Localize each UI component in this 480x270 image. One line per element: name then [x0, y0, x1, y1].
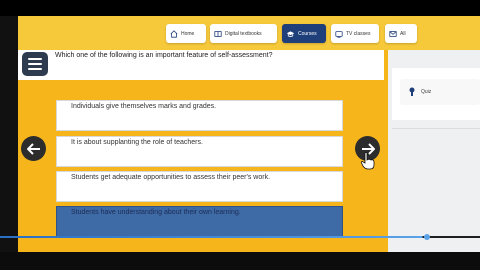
menu-line-icon — [28, 68, 42, 70]
bottom-black-bar — [0, 252, 480, 270]
answer-option-3[interactable]: Students get adequate opportunities to a… — [56, 171, 343, 202]
sidebar-item-quiz[interactable]: Quiz — [400, 79, 480, 105]
menu-line-icon — [28, 63, 42, 65]
screen: Home Digital textbooks Courses TV classe… — [0, 0, 480, 270]
arrow-left-icon — [26, 142, 40, 155]
book-icon — [214, 30, 222, 37]
mail-icon — [389, 30, 397, 37]
previous-button[interactable] — [21, 136, 46, 161]
nav-tv-classes-button[interactable]: TV classes — [331, 24, 379, 43]
answer-option-4-selected[interactable]: Students have understanding about their … — [56, 206, 343, 237]
answer-option-2[interactable]: It is about supplanting the role of teac… — [56, 136, 343, 167]
graduation-cap-icon — [286, 30, 295, 37]
nav-all-label: All — [400, 30, 406, 37]
nav-home-label: Home — [181, 30, 195, 37]
sidebar-item-quiz-label: Quiz — [421, 89, 432, 95]
tv-icon — [335, 30, 343, 38]
menu-line-icon — [28, 58, 42, 60]
app-window: Home Digital textbooks Courses TV classe… — [18, 16, 480, 252]
nav-digital-textbooks-label: Digital textbooks — [225, 30, 262, 37]
answer-option-1[interactable]: Individuals give themselves marks and gr… — [56, 100, 343, 131]
top-black-bar — [0, 0, 480, 16]
nav-all-button[interactable]: All — [385, 24, 417, 43]
menu-button[interactable] — [22, 52, 48, 76]
question-text: Which one of the following is an importa… — [55, 52, 273, 59]
nav-home-button[interactable]: Home — [166, 24, 206, 43]
nav-digital-textbooks-button[interactable]: Digital textbooks — [210, 24, 277, 43]
hand-cursor-icon — [360, 152, 375, 175]
nav-tv-classes-label: TV classes — [346, 30, 371, 37]
nav-courses-button[interactable]: Courses — [282, 24, 326, 43]
video-progress-handle[interactable] — [424, 234, 430, 240]
nav-courses-label: Courses — [298, 30, 317, 37]
video-progress-bar[interactable] — [0, 236, 480, 238]
home-icon — [170, 29, 178, 38]
quiz-icon — [409, 87, 415, 96]
sidebar-divider — [392, 128, 480, 129]
